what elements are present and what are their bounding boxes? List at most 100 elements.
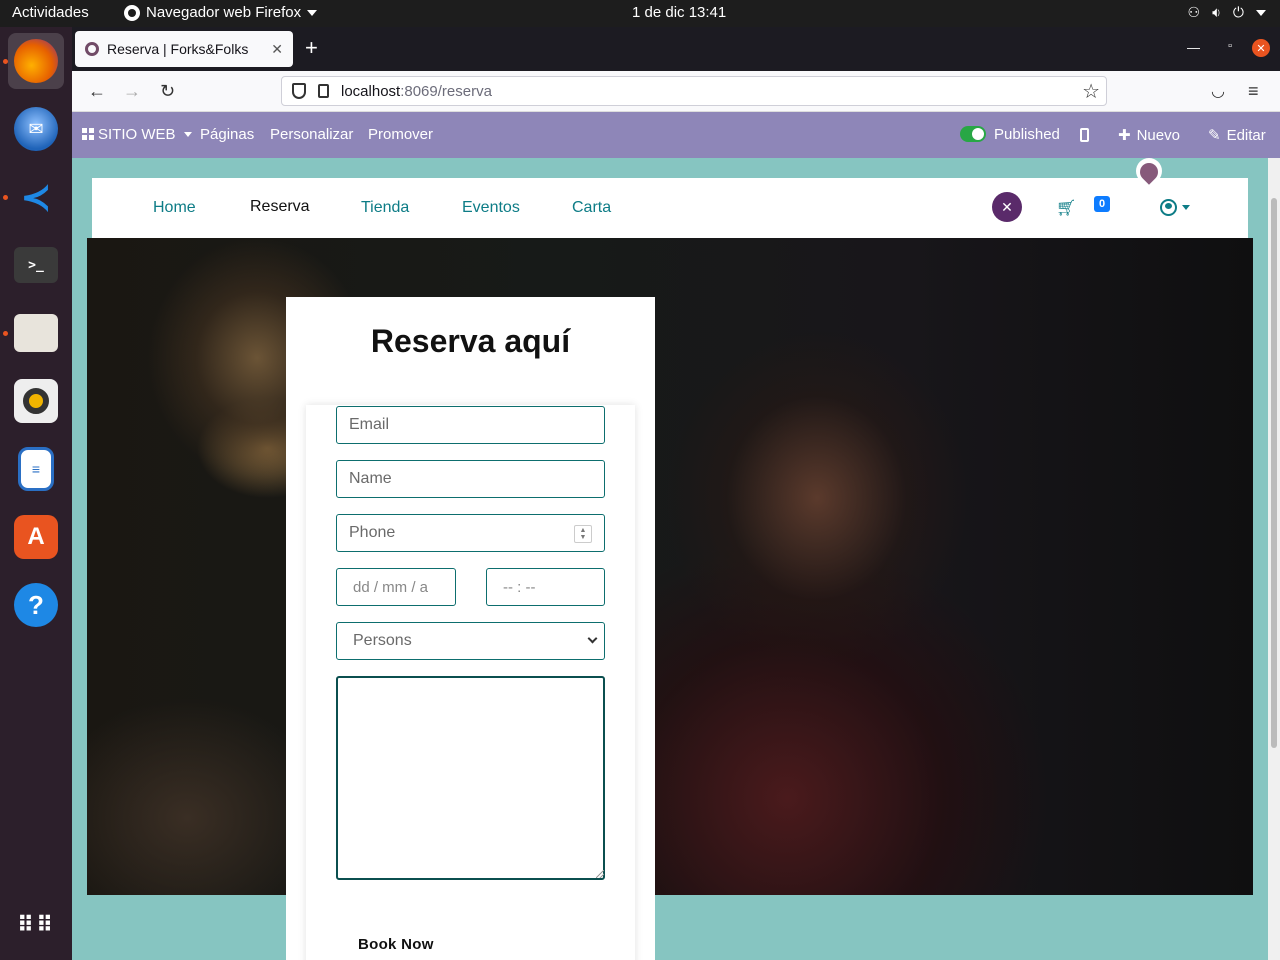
show-apps-button[interactable]: ⠿⠿ <box>8 897 64 953</box>
help-icon: ? <box>14 583 58 627</box>
website-page: Home Reserva Tienda Eventos Carta ✕ 🛒︎ 0… <box>72 158 1268 960</box>
mobile-icon <box>1080 128 1089 142</box>
browser-tab-bar: Reserva | Forks&Folks ✕ + — ▫ ✕ <box>72 27 1280 71</box>
nav-home[interactable]: Home <box>153 199 196 217</box>
site-menu-label: SITIO WEB <box>98 126 176 143</box>
nav-eventos[interactable]: Eventos <box>462 199 520 217</box>
url-bar[interactable]: localhost:8069/reserva ☆ <box>281 76 1107 106</box>
reservation-card: Reserva aquí Email Name Phone ▲ ▼ dd / mm… <box>286 297 655 960</box>
running-indicator <box>3 195 8 200</box>
hamburger-menu-icon[interactable]: ≡ <box>1248 81 1259 102</box>
dock: ✉ ≺ >_ ≡ A ? ⠿⠿ <box>0 27 72 960</box>
running-indicator <box>3 59 8 64</box>
new-label: Nuevo <box>1136 127 1180 144</box>
pages-menu[interactable]: Páginas <box>200 126 254 143</box>
volume-icon: 🔉︎ <box>1212 4 1221 20</box>
page-icon <box>318 84 329 98</box>
chevron-down-icon <box>183 132 192 137</box>
system-top-bar: Actividades Navegador web Firefox 1 de d… <box>0 0 1280 27</box>
bookmark-star-icon[interactable]: ☆ <box>1082 79 1100 104</box>
url-path: :8069/reserva <box>400 82 492 100</box>
dock-writer[interactable]: ≡ <box>8 441 64 497</box>
toggle-switch-icon <box>960 126 986 142</box>
hero-background-image <box>87 238 1253 895</box>
email-field[interactable]: Email <box>336 406 605 444</box>
book-now-button[interactable]: Book Now <box>358 936 434 953</box>
app-menu-label: Navegador web Firefox <box>146 4 302 21</box>
dock-thunderbird[interactable]: ✉ <box>8 101 64 157</box>
vscode-icon: ≺ <box>20 176 52 219</box>
browser-nav-bar: ← → ↻ localhost:8069/reserva ☆ ◡ ≡ <box>72 71 1280 112</box>
chevron-down-icon <box>587 633 598 644</box>
nav-tienda[interactable]: Tienda <box>361 199 409 217</box>
url-host: localhost <box>341 82 401 100</box>
customize-menu[interactable]: Personalizar <box>270 126 353 143</box>
maximize-icon[interactable]: ▫ <box>1228 40 1232 52</box>
reservation-form: Email Name Phone ▲ ▼ dd / mm / a -- : -- … <box>306 405 635 960</box>
name-field[interactable]: Name <box>336 460 605 498</box>
publish-toggle[interactable]: Published <box>960 126 1060 143</box>
page-scrollbar[interactable] <box>1268 158 1280 960</box>
close-window-icon[interactable]: ✕ <box>1252 39 1270 57</box>
thunderbird-icon: ✉ <box>14 107 58 151</box>
clock[interactable]: 1 de dic 13:41 <box>632 4 726 21</box>
back-icon[interactable]: ← <box>88 81 106 102</box>
running-indicator <box>3 331 8 336</box>
date-field[interactable]: dd / mm / a <box>336 568 456 606</box>
site-menu-button[interactable]: SITIO WEB <box>82 126 192 143</box>
dock-help[interactable]: ? <box>8 577 64 633</box>
nav-reserva[interactable]: Reserva <box>250 198 310 216</box>
firefox-small-icon <box>124 4 140 21</box>
dock-vscode[interactable]: ≺ <box>8 169 64 225</box>
edit-button[interactable]: ✎ Editar <box>1208 126 1266 144</box>
app-menu[interactable]: Navegador web Firefox <box>124 4 318 21</box>
dock-firefox[interactable] <box>8 33 64 89</box>
chevron-down-icon <box>1256 9 1266 16</box>
shield-icon <box>292 83 306 99</box>
firefox-icon <box>14 39 58 83</box>
phone-field[interactable]: Phone ▲ ▼ <box>336 514 605 552</box>
scrollbar-thumb[interactable] <box>1271 198 1277 748</box>
number-spinner-icon[interactable]: ▲ ▼ <box>574 525 592 543</box>
tab-reserva[interactable]: Reserva | Forks&Folks ✕ <box>75 31 293 67</box>
dock-rhythmbox[interactable] <box>8 373 64 429</box>
promote-menu[interactable]: Promover <box>368 126 433 143</box>
persons-placeholder: Persons <box>353 632 412 649</box>
new-tab-button[interactable]: + <box>305 37 318 59</box>
reload-icon[interactable]: ↻ <box>160 81 175 102</box>
writer-icon: ≡ <box>18 447 54 491</box>
user-avatar-icon[interactable] <box>1160 199 1177 216</box>
plus-icon: ✚ <box>1118 127 1131 144</box>
nav-carta[interactable]: Carta <box>572 199 611 217</box>
time-field[interactable]: -- : -- <box>486 568 605 606</box>
restaurant-logo-icon[interactable]: ✕ <box>992 192 1022 222</box>
rhythmbox-icon <box>14 379 58 423</box>
chevron-down-icon <box>307 9 318 16</box>
software-icon: A <box>14 515 58 559</box>
chevron-down-icon[interactable] <box>1182 205 1190 210</box>
system-tray[interactable]: ⚇ 🔉︎ ⏻ <box>1188 4 1266 21</box>
dock-software[interactable]: A <box>8 509 64 565</box>
drop-zone-marker-icon <box>1130 158 1168 190</box>
publish-label: Published <box>994 126 1060 143</box>
network-icon: ⚇ <box>1187 4 1201 20</box>
mobile-preview-button[interactable] <box>1080 128 1089 146</box>
app-grid-icon: ⠿⠿ <box>16 912 56 937</box>
dock-terminal[interactable]: >_ <box>8 237 64 293</box>
message-textarea[interactable] <box>336 676 605 880</box>
tab-title: Reserva | Forks&Folks <box>107 41 249 57</box>
terminal-icon: >_ <box>14 247 58 283</box>
activities-button[interactable]: Actividades <box>12 4 89 21</box>
dock-files[interactable] <box>8 305 64 361</box>
forward-icon[interactable]: → <box>123 81 141 102</box>
minimize-icon[interactable]: — <box>1187 40 1200 55</box>
persons-select[interactable]: Persons <box>336 622 605 660</box>
new-content-button[interactable]: ✚ Nuevo <box>1118 126 1180 144</box>
cart-icon[interactable]: 🛒︎ <box>1056 198 1076 218</box>
cart-count-badge: 0 <box>1094 196 1110 212</box>
close-tab-icon[interactable]: ✕ <box>271 41 283 58</box>
grid-icon <box>82 128 94 140</box>
phone-placeholder: Phone <box>349 524 396 541</box>
resize-handle-icon[interactable] <box>596 870 604 878</box>
pocket-icon[interactable]: ◡ <box>1211 81 1225 101</box>
